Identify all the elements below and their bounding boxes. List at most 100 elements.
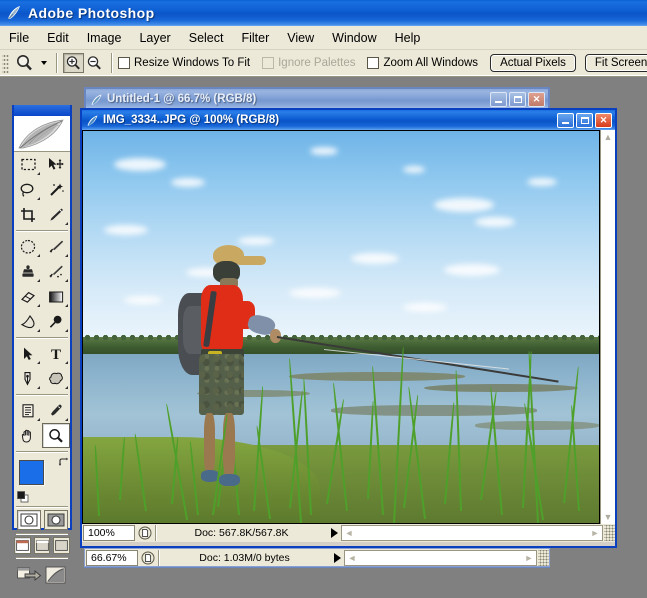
zoom-in-button[interactable] <box>63 53 84 73</box>
status-bar-untitled-1: 66.67% Doc: 1.03M/0 bytes ◄ ► <box>84 548 550 567</box>
document-title-bar[interactable]: Untitled-1 @ 66.7% (RGB/8) ✕ <box>86 89 548 109</box>
menu-item-filter[interactable]: Filter <box>232 28 278 48</box>
resize-grip[interactable] <box>538 549 549 566</box>
gradient-tool[interactable] <box>42 284 70 309</box>
photoshop-feather-icon <box>8 6 20 20</box>
jump-to-imageready-button[interactable] <box>16 564 42 591</box>
minimize-button[interactable] <box>557 112 574 128</box>
zoom-level-field[interactable]: 100% <box>83 525 135 541</box>
scroll-right-arrow-icon[interactable]: ► <box>588 526 602 540</box>
menu-item-file[interactable]: File <box>0 28 38 48</box>
flyout-triangle-icon <box>34 197 40 200</box>
scroll-right-arrow-icon[interactable]: ► <box>522 551 536 565</box>
document-info[interactable]: Doc: 1.03M/0 bytes <box>158 549 330 566</box>
minimize-icon <box>562 121 569 124</box>
menu-item-layer[interactable]: Layer <box>130 28 179 48</box>
resize-grip[interactable] <box>604 525 615 541</box>
hand-tool[interactable] <box>14 423 42 448</box>
tool-divider-4 <box>16 451 68 452</box>
clone-stamp-tool[interactable] <box>14 259 42 284</box>
scroll-left-arrow-icon[interactable]: ◄ <box>345 551 359 565</box>
default-colors-icon[interactable] <box>17 491 29 503</box>
flyout-triangle-icon <box>34 279 40 282</box>
document-size-value: Doc: 567.8K/567.8K <box>194 527 289 539</box>
dodge-tool[interactable] <box>42 309 70 334</box>
cloud <box>237 236 274 245</box>
menu-item-select[interactable]: Select <box>180 28 233 48</box>
brush-tool[interactable] <box>42 234 70 259</box>
slice-tool[interactable] <box>42 202 70 227</box>
healing-brush-tool[interactable] <box>14 234 42 259</box>
cloud <box>170 178 205 188</box>
options-bar-grip[interactable] <box>2 52 9 74</box>
path-selection-tool[interactable] <box>14 341 42 366</box>
crop-tool[interactable] <box>14 202 42 227</box>
zoom-level-value: 100% <box>88 527 115 539</box>
resize-windows-to-fit-checkbox[interactable]: Resize Windows To Fit <box>118 57 250 69</box>
imageready-icon-button[interactable] <box>44 564 68 591</box>
fit-screen-button[interactable]: Fit Screen <box>584 54 647 72</box>
actual-pixels-button[interactable]: Actual Pixels <box>490 54 576 72</box>
scroll-down-arrow-icon[interactable]: ▼ <box>601 510 615 524</box>
weed-mat <box>330 405 538 416</box>
zoom-tool[interactable] <box>42 423 70 448</box>
type-tool[interactable]: T <box>42 341 70 366</box>
page-preview-icon[interactable] <box>135 525 155 541</box>
application-title: Adobe Photoshop <box>28 5 155 21</box>
tool-preset-dropdown[interactable] <box>38 52 50 74</box>
dodge-lollipop-icon <box>49 315 62 328</box>
full-screen-mode-button[interactable] <box>53 537 71 554</box>
cloud <box>433 197 494 212</box>
camo-shorts <box>199 354 244 416</box>
document-title-bar[interactable]: IMG_3334..JPG @ 100% (RGB/8) ✕ <box>82 110 615 130</box>
close-button[interactable]: ✕ <box>528 91 545 107</box>
toolbox-title-bar[interactable] <box>14 105 70 116</box>
image-canvas[interactable] <box>82 130 600 524</box>
menu-item-edit[interactable]: Edit <box>38 28 78 48</box>
history-brush-tool[interactable] <box>42 259 70 284</box>
magic-wand-tool[interactable] <box>42 177 70 202</box>
menu-item-window[interactable]: Window <box>323 28 385 48</box>
blur-tool[interactable] <box>14 309 42 334</box>
zoom-all-windows-checkbox[interactable]: Zoom All Windows <box>367 57 478 69</box>
maximize-button[interactable] <box>509 91 526 107</box>
standard-screen-mode-button[interactable] <box>14 537 31 554</box>
zoom-level-field[interactable]: 66.67% <box>86 549 138 566</box>
standard-mode-button[interactable] <box>16 510 41 530</box>
menu-item-view[interactable]: View <box>278 28 323 48</box>
menu-item-image[interactable]: Image <box>78 28 131 48</box>
lasso-tool[interactable] <box>14 177 42 202</box>
marquee-tool[interactable] <box>14 152 42 177</box>
close-button[interactable]: ✕ <box>595 112 612 128</box>
zoom-out-button[interactable] <box>84 53 105 73</box>
horizontal-scrollbar[interactable]: ◄ ► <box>341 525 603 541</box>
document-info[interactable]: Doc: 567.8K/567.8K <box>155 525 327 541</box>
page-preview-icon[interactable] <box>138 550 158 566</box>
toolbox-palette: T <box>12 105 72 584</box>
notes-page-icon <box>22 403 34 417</box>
eyedropper-tool[interactable] <box>42 398 70 423</box>
eraser-tool[interactable] <box>14 284 42 309</box>
scroll-left-arrow-icon[interactable]: ◄ <box>342 526 356 540</box>
vertical-scrollbar[interactable]: ▲ ▼ <box>600 130 615 524</box>
scroll-up-arrow-icon[interactable]: ▲ <box>601 130 615 144</box>
full-screen-menubar-mode-button[interactable] <box>33 537 51 554</box>
status-menu-button[interactable] <box>327 525 341 541</box>
minimize-button[interactable] <box>490 91 507 107</box>
eraser-icon <box>21 291 35 303</box>
maximize-button[interactable] <box>576 112 593 128</box>
magnifier-plus-icon <box>66 55 80 69</box>
menu-item-help[interactable]: Help <box>386 28 430 48</box>
notes-tool[interactable] <box>14 398 42 423</box>
move-tool[interactable] <box>42 152 70 177</box>
right-triangle-icon <box>333 552 341 563</box>
quick-mask-mode-button[interactable] <box>43 510 68 530</box>
document-window-img-3334: IMG_3334..JPG @ 100% (RGB/8) ✕ ▲ ▼ 100% … <box>80 108 617 548</box>
status-menu-button[interactable] <box>330 550 344 566</box>
pen-tool[interactable] <box>14 366 42 391</box>
horizontal-scrollbar[interactable]: ◄ ► <box>344 549 537 566</box>
swap-arrow-icon[interactable] <box>58 457 69 468</box>
custom-shape-tool[interactable] <box>42 366 70 391</box>
flyout-triangle-icon <box>62 222 68 225</box>
foreground-color-swatch[interactable] <box>19 460 44 485</box>
